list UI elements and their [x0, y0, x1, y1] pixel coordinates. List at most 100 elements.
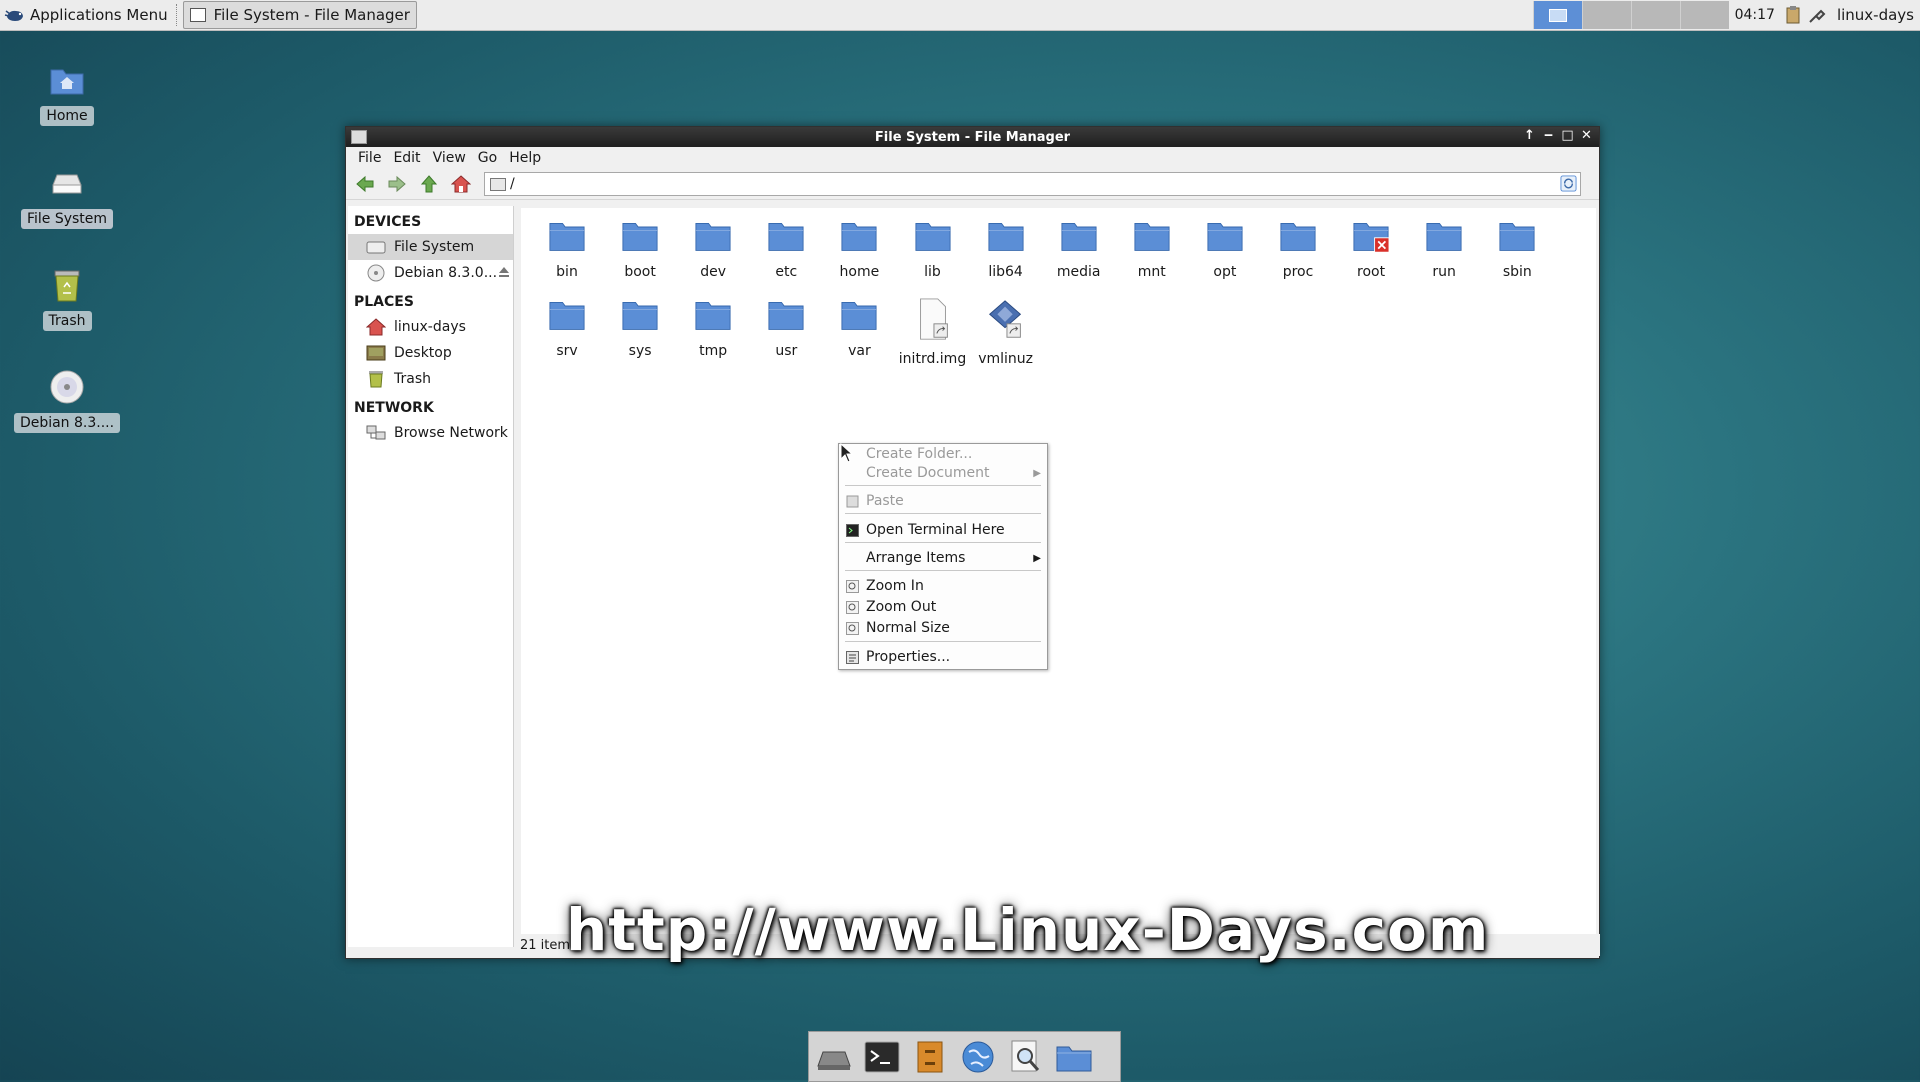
window-titlebar[interactable]: File System - File Manager ↑ ‒ □ ✕ [346, 127, 1599, 147]
file-view[interactable]: bin boot dev etc home lib lib64 media mnt opt proc… [521, 208, 1596, 934]
file-item[interactable]: sys [605, 297, 675, 359]
file-item[interactable]: mnt [1117, 218, 1187, 280]
file-item[interactable]: lib [898, 218, 968, 280]
file-item[interactable]: root [1336, 218, 1406, 280]
workspace-3[interactable] [1630, 1, 1680, 29]
menu-go[interactable]: Go [472, 150, 503, 166]
file-item[interactable]: home [824, 218, 894, 280]
dock-show-desktop[interactable] [813, 1036, 855, 1078]
back-button[interactable] [352, 171, 378, 197]
sidebar-item-trash[interactable]: Trash [348, 366, 513, 392]
menu-item-paste[interactable]: Paste [839, 491, 1047, 511]
file-item[interactable]: etc [751, 218, 821, 280]
cdrom-icon [367, 264, 385, 282]
clipboard-icon[interactable] [1783, 5, 1803, 25]
workspace-1[interactable] [1532, 1, 1582, 29]
sidebar-item-browse-network[interactable]: Browse Network [348, 420, 513, 446]
file-item[interactable]: dev [678, 218, 748, 280]
menu-item-label: Paste [866, 493, 904, 509]
sidebar-item-debian[interactable]: Debian 8.3.0... [348, 260, 513, 286]
user-menu[interactable]: linux-days [1829, 6, 1920, 24]
sidebar-item-file-system[interactable]: File System [348, 234, 513, 260]
xfce-mouse-icon [4, 10, 23, 21]
maximize-icon[interactable]: □ [1561, 128, 1574, 143]
file-item[interactable]: run [1409, 218, 1479, 280]
folder-icon [841, 301, 877, 330]
file-item[interactable]: opt [1190, 218, 1260, 280]
desktop-icon-label: File System [20, 209, 114, 229]
home-folder-icon [50, 69, 84, 95]
menu-item-label: Create Folder... [866, 446, 973, 462]
panel-right-area: 04:17 linux-days [1532, 0, 1920, 30]
clock[interactable]: 04:17 [1729, 7, 1781, 23]
desktop-icon-trash[interactable]: Trash [19, 265, 115, 331]
file-item[interactable]: vmlinuz [971, 297, 1041, 367]
desktop-icon-home[interactable]: Home [19, 60, 115, 126]
file-item-label: sys [628, 343, 652, 359]
workspace-4[interactable] [1679, 1, 1729, 29]
menu-item-normal-size[interactable]: Normal Size [839, 618, 1047, 638]
eject-icon[interactable] [498, 266, 510, 278]
desktop-icon-file-system[interactable]: File System [19, 163, 115, 229]
location-bar[interactable]: / [484, 172, 1581, 196]
trash-icon [54, 270, 80, 302]
menu-item-zoom-out[interactable]: Zoom Out [839, 597, 1047, 617]
file-item[interactable]: sbin [1482, 218, 1552, 280]
menu-item-properties[interactable]: Properties... [839, 647, 1047, 667]
forward-button[interactable] [384, 171, 410, 197]
applications-menu-button[interactable]: Applications Menu [0, 1, 174, 29]
back-arrow-icon [356, 175, 374, 193]
file-item[interactable]: lib64 [971, 218, 1041, 280]
file-item-label: bin [556, 264, 578, 280]
sidebar-item-label: Desktop [394, 345, 452, 361]
reload-icon[interactable] [1560, 175, 1577, 192]
file-item[interactable]: usr [751, 297, 821, 359]
dock-web-browser[interactable] [957, 1036, 999, 1078]
home-button[interactable] [448, 171, 474, 197]
folder-icon [768, 301, 804, 330]
file-item[interactable]: boot [605, 218, 675, 280]
desktop-icon-debian[interactable]: Debian 8.3.... [13, 367, 121, 433]
file-item-label: etc [775, 264, 798, 280]
sidebar-item-linux-days[interactable]: linux-days [348, 314, 513, 340]
menu-file[interactable]: File [352, 150, 387, 166]
file-item[interactable]: tmp [678, 297, 748, 359]
sidebar-item-desktop[interactable]: Desktop [348, 340, 513, 366]
up-button[interactable] [416, 171, 442, 197]
menu-item-create-document[interactable]: Create Document ▶ [839, 463, 1047, 483]
file-item[interactable]: srv [532, 297, 602, 359]
dock-search[interactable] [1005, 1036, 1047, 1078]
menu-item-zoom-in[interactable]: Zoom In [839, 576, 1047, 596]
close-icon[interactable]: ✕ [1580, 128, 1593, 143]
folder-icon [1280, 222, 1316, 251]
shade-up-icon[interactable]: ↑ [1523, 128, 1536, 143]
drive-icon [366, 241, 386, 254]
file-item[interactable]: proc [1263, 218, 1333, 280]
file-item[interactable]: initrd.img [898, 297, 968, 367]
dock-file-manager[interactable] [909, 1036, 951, 1078]
folder-icon [549, 301, 585, 330]
file-item-label: run [1432, 264, 1456, 280]
folder-icon [1499, 222, 1535, 251]
sidebar-item-label: Browse Network [394, 425, 508, 441]
network-plug-icon[interactable] [1807, 5, 1827, 25]
home-icon [451, 175, 471, 193]
workspace-2[interactable] [1581, 1, 1631, 29]
menu-view[interactable]: View [427, 150, 472, 166]
menu-help[interactable]: Help [503, 150, 547, 166]
menu-item-arrange-items[interactable]: Arrange Items ▶ [839, 548, 1047, 568]
minimize-icon[interactable]: ‒ [1542, 128, 1555, 143]
menu-item-open-terminal[interactable]: Open Terminal Here [839, 520, 1047, 540]
file-item-label: srv [556, 343, 578, 359]
workspace-window-thumb [1548, 8, 1567, 22]
menu-item-create-folder[interactable]: Create Folder... [839, 444, 1047, 464]
dock-folder[interactable] [1053, 1036, 1095, 1078]
file-item[interactable]: var [824, 297, 894, 359]
menu-item-label: Open Terminal Here [866, 522, 1005, 538]
menu-edit[interactable]: Edit [387, 150, 426, 166]
file-item[interactable]: media [1044, 218, 1114, 280]
taskbar-window-button[interactable]: File System - File Manager [182, 1, 417, 29]
dock-terminal[interactable] [861, 1036, 903, 1078]
window-menu-icon[interactable] [351, 130, 367, 144]
file-item[interactable]: bin [532, 218, 602, 280]
